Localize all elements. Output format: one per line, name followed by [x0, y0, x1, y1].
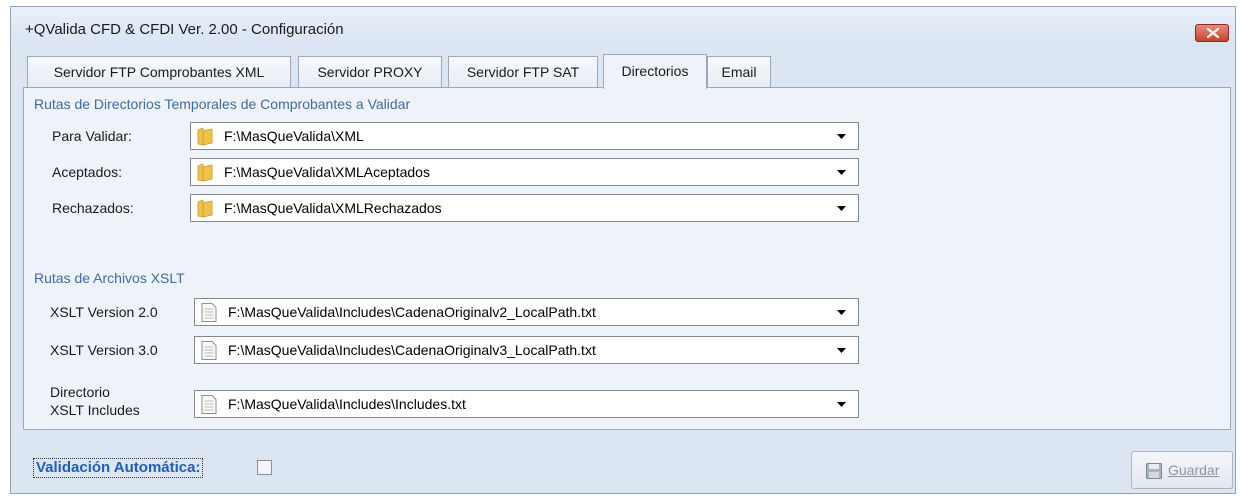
folder-icon — [197, 163, 213, 182]
xslt-v3-value: F:\MasQueValida\Includes\CadenaOriginalv… — [228, 342, 596, 358]
tab-servidor-ftp-sat[interactable]: Servidor FTP SAT — [448, 56, 598, 87]
chevron-down-icon — [837, 310, 846, 315]
aceptados-value: F:\MasQueValida\XMLAceptados — [224, 164, 430, 180]
xslt-v3-combo[interactable]: F:\MasQueValida\Includes\CadenaOriginalv… — [194, 336, 859, 364]
configuration-window: +QValida CFD & CFDI Ver. 2.00 - Configur… — [10, 6, 1236, 494]
directories-section-title: Rutas de Directorios Temporales de Compr… — [34, 96, 411, 112]
tab-directorios[interactable]: Directorios — [603, 54, 707, 89]
file-icon — [201, 341, 217, 360]
chevron-down-icon — [837, 134, 846, 139]
para-validar-value: F:\MasQueValida\XML — [224, 128, 364, 144]
xslt-section-title: Rutas de Archivos XSLT — [34, 270, 185, 286]
xslt-includes-value: F:\MasQueValida\Includes\Includes.txt — [228, 396, 466, 412]
save-button[interactable]: Guardar — [1131, 451, 1233, 489]
para-validar-label: Para Validar: — [52, 128, 132, 144]
aceptados-label: Aceptados: — [52, 164, 123, 180]
close-icon — [1207, 28, 1219, 38]
folder-icon — [197, 127, 213, 146]
rechazados-label: Rechazados: — [52, 200, 134, 216]
close-button[interactable] — [1195, 24, 1229, 42]
chevron-down-icon — [837, 170, 846, 175]
xslt-includes-label-line2: XSLT Includes — [50, 402, 140, 418]
aceptados-combo[interactable]: F:\MasQueValida\XMLAceptados — [190, 158, 859, 186]
directorios-panel: Rutas de Directorios Temporales de Compr… — [23, 87, 1231, 430]
file-icon — [201, 303, 217, 322]
tab-servidor-ftp-comprobantes[interactable]: Servidor FTP Comprobantes XML — [27, 56, 291, 87]
tab-email[interactable]: Email — [707, 56, 771, 87]
rechazados-value: F:\MasQueValida\XMLRechazados — [224, 200, 442, 216]
chevron-down-icon — [837, 402, 846, 407]
chevron-down-icon — [837, 348, 846, 353]
title-bar: +QValida CFD & CFDI Ver. 2.00 - Configur… — [11, 7, 1235, 47]
auto-validation-label[interactable]: Validación Automática: — [33, 458, 204, 478]
save-button-label: Guardar — [1168, 462, 1220, 478]
window-title: +QValida CFD & CFDI Ver. 2.00 - Configur… — [25, 21, 344, 38]
xslt-v3-label: XSLT Version 3.0 — [50, 342, 158, 358]
folder-icon — [197, 199, 213, 218]
xslt-includes-combo[interactable]: F:\MasQueValida\Includes\Includes.txt — [194, 390, 859, 418]
xslt-v2-value: F:\MasQueValida\Includes\CadenaOriginalv… — [228, 304, 596, 320]
file-icon — [201, 395, 217, 414]
auto-validation-checkbox[interactable] — [257, 460, 272, 475]
tab-servidor-proxy[interactable]: Servidor PROXY — [298, 56, 442, 87]
floppy-disk-icon — [1146, 463, 1162, 479]
xslt-v2-label: XSLT Version 2.0 — [50, 304, 158, 320]
xslt-includes-label-line1: Directorio — [50, 384, 110, 400]
chevron-down-icon — [837, 206, 846, 211]
xslt-v2-combo[interactable]: F:\MasQueValida\Includes\CadenaOriginalv… — [194, 298, 859, 326]
para-validar-combo[interactable]: F:\MasQueValida\XML — [190, 122, 859, 150]
rechazados-combo[interactable]: F:\MasQueValida\XMLRechazados — [190, 194, 859, 222]
